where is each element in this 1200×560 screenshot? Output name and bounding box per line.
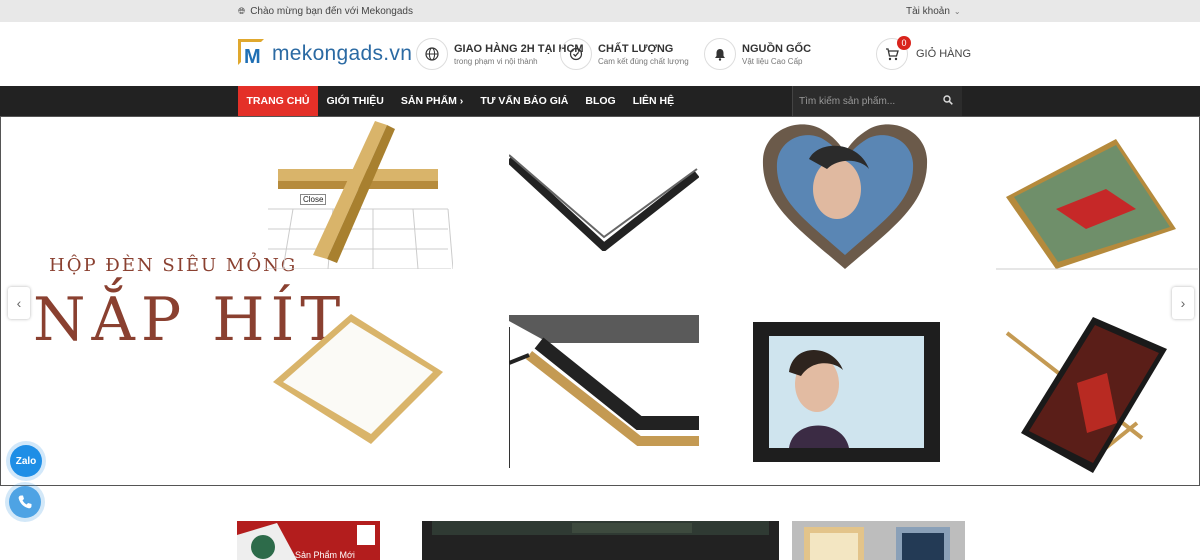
banner-new-products[interactable]: Sản Phẩm Mới — [237, 521, 380, 560]
phone-icon — [18, 495, 32, 509]
main-nav: TRANG CHỦ GIỚI THIỆU SẢN PHẨM › TƯ VẤN B… — [0, 86, 1200, 116]
zalo-chat-button[interactable]: Zalo — [10, 445, 42, 477]
feature-title: CHẤT LƯỢNG — [598, 42, 674, 55]
logo-text: mekongads.vn — [272, 42, 413, 65]
slider-next-button[interactable]: › — [1172, 287, 1194, 319]
globe-icon — [416, 38, 448, 70]
feature-origin: NGUỒN GỐC Vật liệu Cao Cấp — [704, 38, 811, 70]
nav-item-home[interactable]: TRANG CHỦ — [238, 86, 318, 116]
top-bar: 🌐︎ Chào mừng bạn đến với Mekongads Tài k… — [0, 0, 1200, 22]
cart-icon: 0 — [876, 36, 911, 70]
globe-icon: 🌐︎ — [238, 6, 246, 16]
product-image-frame-profile — [265, 121, 453, 269]
slider-prev-button[interactable]: ‹ — [8, 287, 30, 319]
banner-middle[interactable] — [422, 521, 779, 560]
welcome-text: Chào mừng bạn đến với Mekongads — [250, 6, 413, 17]
feature-subtitle: Cam kết đúng chất lượng — [598, 56, 689, 66]
cart-button[interactable]: 0 GIỎ HÀNG — [876, 36, 972, 70]
feature-delivery: GIAO HÀNG 2H TẠI HCM trong phạm vi nội t… — [416, 38, 584, 70]
cart-label: GIỎ HÀNG — [916, 48, 972, 60]
hero-slider: HỘP ĐÈN SIÊU MỎNG NẮP HÍT Close ‹ › — [0, 116, 1200, 486]
product-image-heart-frame — [762, 124, 928, 270]
product-image-black-corner — [509, 119, 699, 251]
phone-call-button[interactable] — [9, 486, 41, 518]
nav-menu: TRANG CHỦ GIỚI THIỆU SẢN PHẨM › TƯ VẤN B… — [238, 86, 683, 116]
nav-item-about[interactable]: GIỚI THIỆU — [318, 86, 392, 116]
nav-item-blog[interactable]: BLOG — [577, 86, 624, 116]
right-banner-image — [792, 521, 965, 560]
feature-quality: CHẤT LƯỢNG Cam kết đúng chất lượng — [560, 38, 689, 70]
close-tooltip: Close — [300, 194, 327, 205]
logo-mark-icon: M — [238, 39, 268, 69]
chevron-down-icon: ⌄ — [953, 7, 961, 16]
banner-right[interactable] — [792, 521, 965, 560]
check-circle-icon — [560, 38, 592, 70]
slide-title: HỘP ĐÈN SIÊU MỎNG — [49, 255, 298, 276]
site-logo[interactable]: M mekongads.vn — [238, 39, 412, 69]
product-image-easel-frame — [1005, 317, 1167, 473]
middle-banner-image — [422, 521, 779, 560]
welcome-message: 🌐︎ Chào mừng bạn đến với Mekongads — [238, 6, 413, 17]
nav-item-quote[interactable]: TƯ VẤN BÁO GIÁ — [472, 86, 577, 116]
nav-item-products[interactable]: SẢN PHẨM › — [392, 86, 471, 116]
search-input[interactable] — [799, 93, 939, 109]
site-header: M mekongads.vn GIAO HÀNG 2H TẠI HCM tron… — [0, 22, 1200, 86]
product-image-black-gold-corner — [509, 313, 699, 468]
feature-subtitle: Vật liệu Cao Cấp — [742, 56, 803, 66]
bell-icon — [704, 38, 736, 70]
product-image-white-lightbox — [273, 314, 443, 444]
search-icon[interactable] — [943, 95, 953, 105]
search-box — [792, 86, 962, 116]
feature-title: NGUỒN GỐC — [742, 42, 812, 55]
product-image-photo-frame — [753, 322, 940, 462]
product-image-car-frame — [996, 139, 1198, 270]
account-label: Tài khoản — [906, 6, 950, 17]
new-products-label: Sản Phẩm Mới — [295, 550, 355, 560]
nav-item-contact[interactable]: LIÊN HỆ — [624, 86, 682, 116]
cart-count-badge: 0 — [897, 36, 911, 50]
account-menu[interactable]: Tài khoản ⌄ — [906, 6, 961, 17]
